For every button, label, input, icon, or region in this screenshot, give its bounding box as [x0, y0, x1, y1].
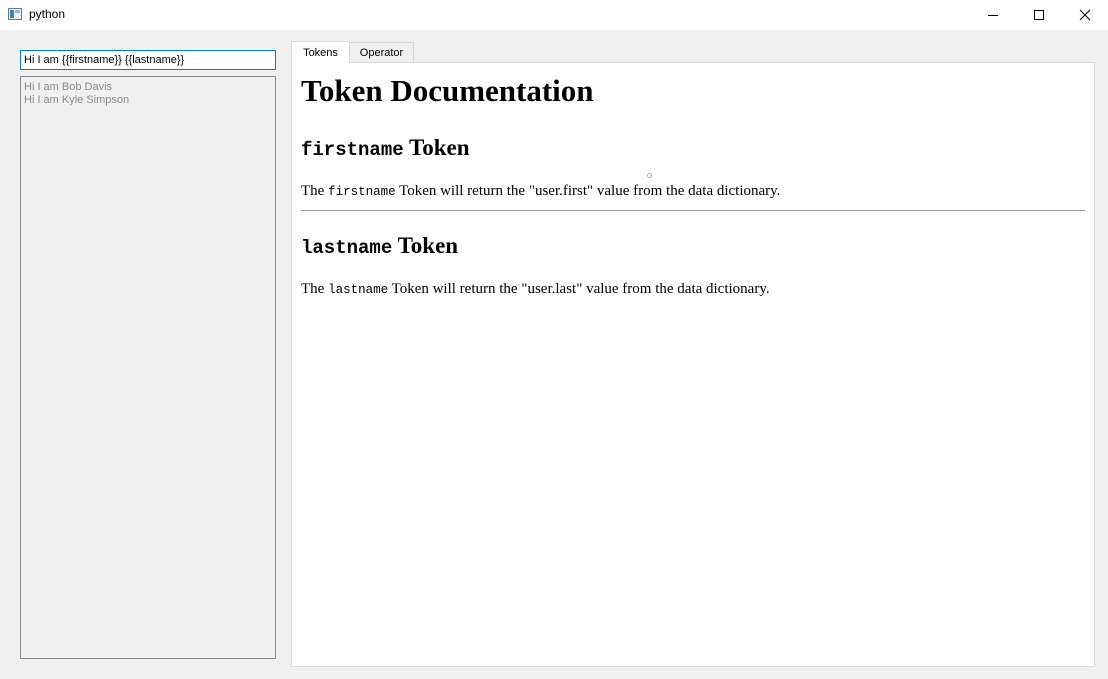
heading-suffix: Token [408, 135, 470, 160]
section-divider [301, 210, 1085, 211]
minimize-button[interactable] [970, 0, 1016, 30]
tab-operator[interactable]: Operator [349, 42, 414, 62]
list-item[interactable]: Hi I am Bob Davis [24, 81, 272, 94]
lastname-token-heading: lastname Token [301, 232, 1085, 262]
window-title: python [29, 7, 66, 21]
heading-suffix: Token [397, 233, 459, 258]
lastname-token-description: The lastname Token will return the "user… [301, 280, 1085, 299]
desc-text: Token will return the "user.last" value … [391, 281, 770, 297]
results-list[interactable]: Hi I am Bob Davis Hi I am Kyle Simpson [20, 76, 276, 659]
tab-tokens[interactable]: Tokens [291, 41, 350, 63]
desc-prefix: The [301, 183, 325, 199]
template-input[interactable] [20, 50, 276, 70]
token-name: lastname [301, 237, 393, 259]
list-item[interactable]: Hi I am Kyle Simpson [24, 94, 272, 107]
title-bar: python [0, 0, 1108, 30]
desc-token: lastname [328, 283, 389, 297]
mouse-cursor-indicator [647, 173, 652, 178]
close-icon [1079, 9, 1091, 21]
desc-prefix: The [301, 281, 325, 297]
desc-text: Token will return the "user.first" value… [399, 183, 781, 199]
minimize-icon [988, 14, 998, 16]
desc-token: firstname [328, 185, 396, 199]
maximize-button[interactable] [1016, 0, 1062, 30]
python-app-icon [8, 8, 22, 20]
maximize-icon [1034, 10, 1044, 20]
tokens-tab-panel: Token Documentation firstname Token The … [291, 62, 1095, 667]
firstname-token-description: The firstname Token will return the "use… [301, 182, 1085, 201]
token-name: firstname [301, 139, 404, 161]
firstname-token-heading: firstname Token [301, 134, 1085, 164]
doc-title: Token Documentation [301, 73, 594, 108]
close-button[interactable] [1062, 0, 1108, 30]
